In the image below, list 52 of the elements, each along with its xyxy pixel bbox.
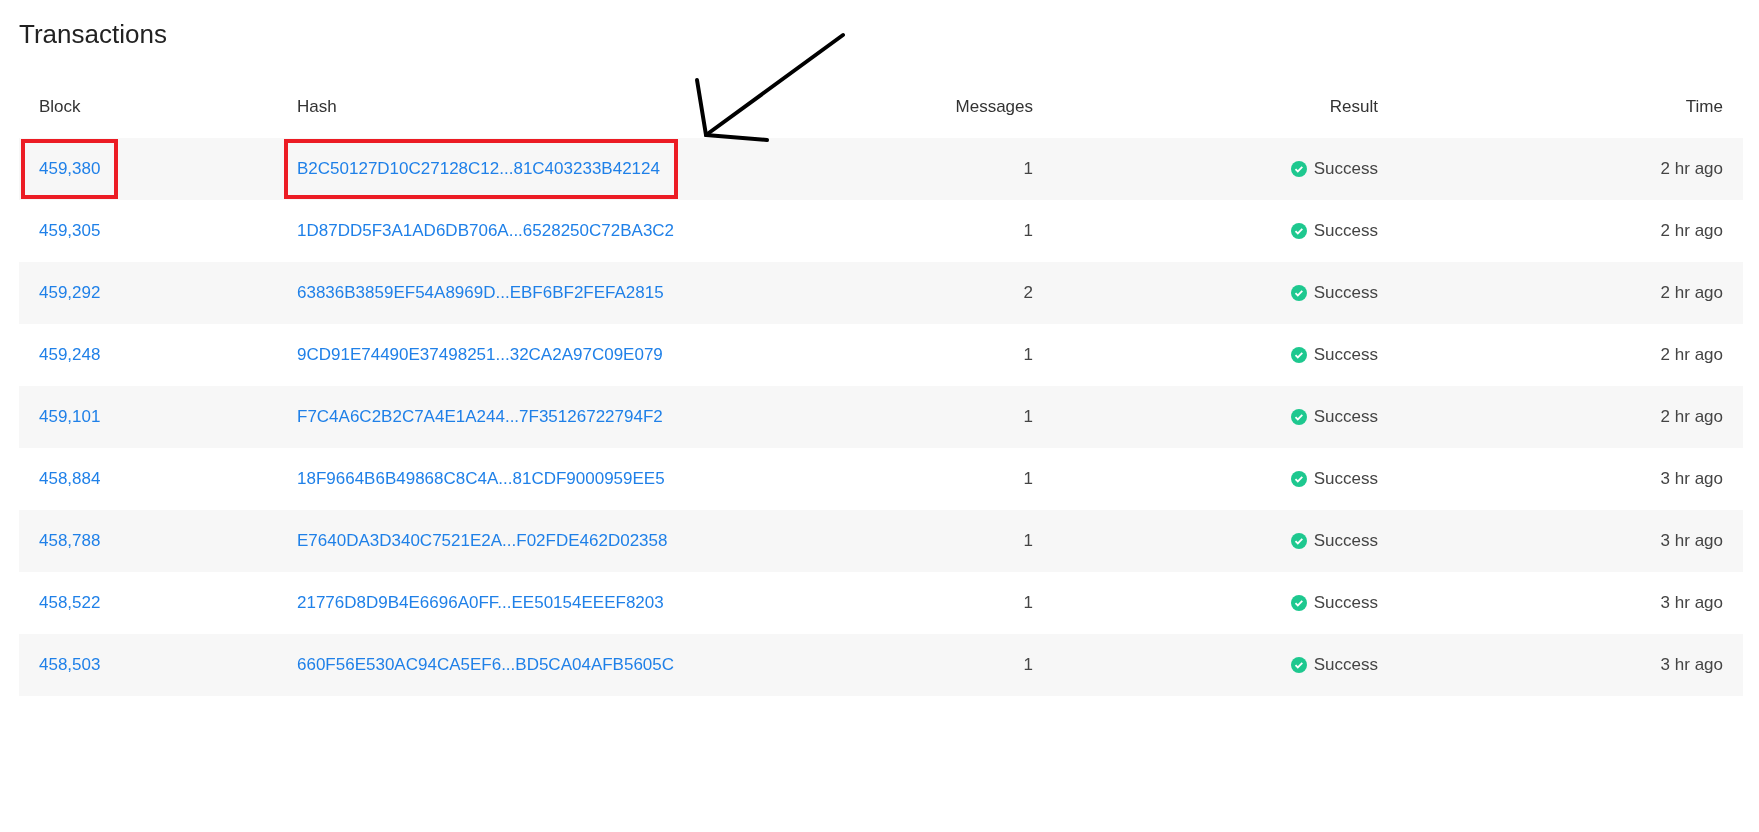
column-header: Messages [955, 97, 1033, 117]
block-link[interactable]: 459,305 [21, 201, 119, 261]
message-count: 1 [1023, 469, 1033, 489]
message-count: 1 [1023, 655, 1033, 675]
message-count: 1 [1023, 345, 1033, 365]
result-status: Success [1313, 221, 1378, 241]
result-status: Success [1313, 407, 1378, 427]
check-circle-icon [1290, 657, 1307, 673]
check-circle-icon [1290, 533, 1307, 549]
result-status: Success [1313, 593, 1378, 613]
message-count: 1 [1023, 159, 1033, 179]
message-count: 1 [1023, 407, 1033, 427]
result-status: Success [1313, 283, 1378, 303]
page-title: Transactions [19, 18, 167, 51]
time-ago: 3 hr ago [1660, 655, 1723, 675]
hash-link[interactable]: 1D87DD5F3A1AD6DB706A...6528250C72BA3C2 [284, 201, 693, 261]
column-header: Block [39, 97, 81, 117]
hash-link[interactable]: 9CD91E74490E37498251...32CA2A97C09E079 [284, 325, 681, 385]
column-header: Time [1685, 97, 1723, 117]
hash-link[interactable]: 18F9664B6B49868C8C4A...81CDF9000959EE5 [284, 449, 683, 509]
hash-link[interactable]: 21776D8D9B4E6696A0FF...EE50154EEEF8203 [284, 573, 682, 633]
result-status: Success [1313, 469, 1378, 489]
check-circle-icon [1290, 285, 1307, 301]
time-ago: 3 hr ago [1660, 531, 1723, 551]
check-circle-icon [1290, 223, 1307, 239]
time-ago: 3 hr ago [1660, 593, 1723, 613]
time-ago: 2 hr ago [1660, 407, 1723, 427]
message-count: 2 [1023, 283, 1033, 303]
column-header: Result [1329, 97, 1378, 117]
time-ago: 3 hr ago [1660, 469, 1723, 489]
column-header: Hash [297, 97, 337, 117]
result-status: Success [1313, 531, 1378, 551]
result-status: Success [1313, 655, 1378, 675]
block-link[interactable]: 459,380 [21, 139, 119, 199]
result-status: Success [1313, 345, 1378, 365]
check-circle-icon [1290, 347, 1307, 363]
check-circle-icon [1290, 471, 1307, 487]
block-link[interactable]: 459,248 [21, 325, 119, 385]
hash-link[interactable]: B2C50127D10C27128C12...81C403233B42124 [284, 139, 678, 199]
message-count: 1 [1023, 593, 1033, 613]
time-ago: 2 hr ago [1660, 345, 1723, 365]
message-count: 1 [1023, 221, 1033, 241]
time-ago: 2 hr ago [1660, 221, 1723, 241]
result-status: Success [1313, 159, 1378, 179]
message-count: 1 [1023, 531, 1033, 551]
check-circle-icon [1290, 595, 1307, 611]
check-circle-icon [1290, 161, 1307, 177]
block-link[interactable]: 458,522 [21, 573, 119, 633]
time-ago: 2 hr ago [1660, 159, 1723, 179]
time-ago: 2 hr ago [1660, 283, 1723, 303]
check-circle-icon [1290, 409, 1307, 425]
block-link[interactable]: 458,884 [21, 449, 119, 509]
